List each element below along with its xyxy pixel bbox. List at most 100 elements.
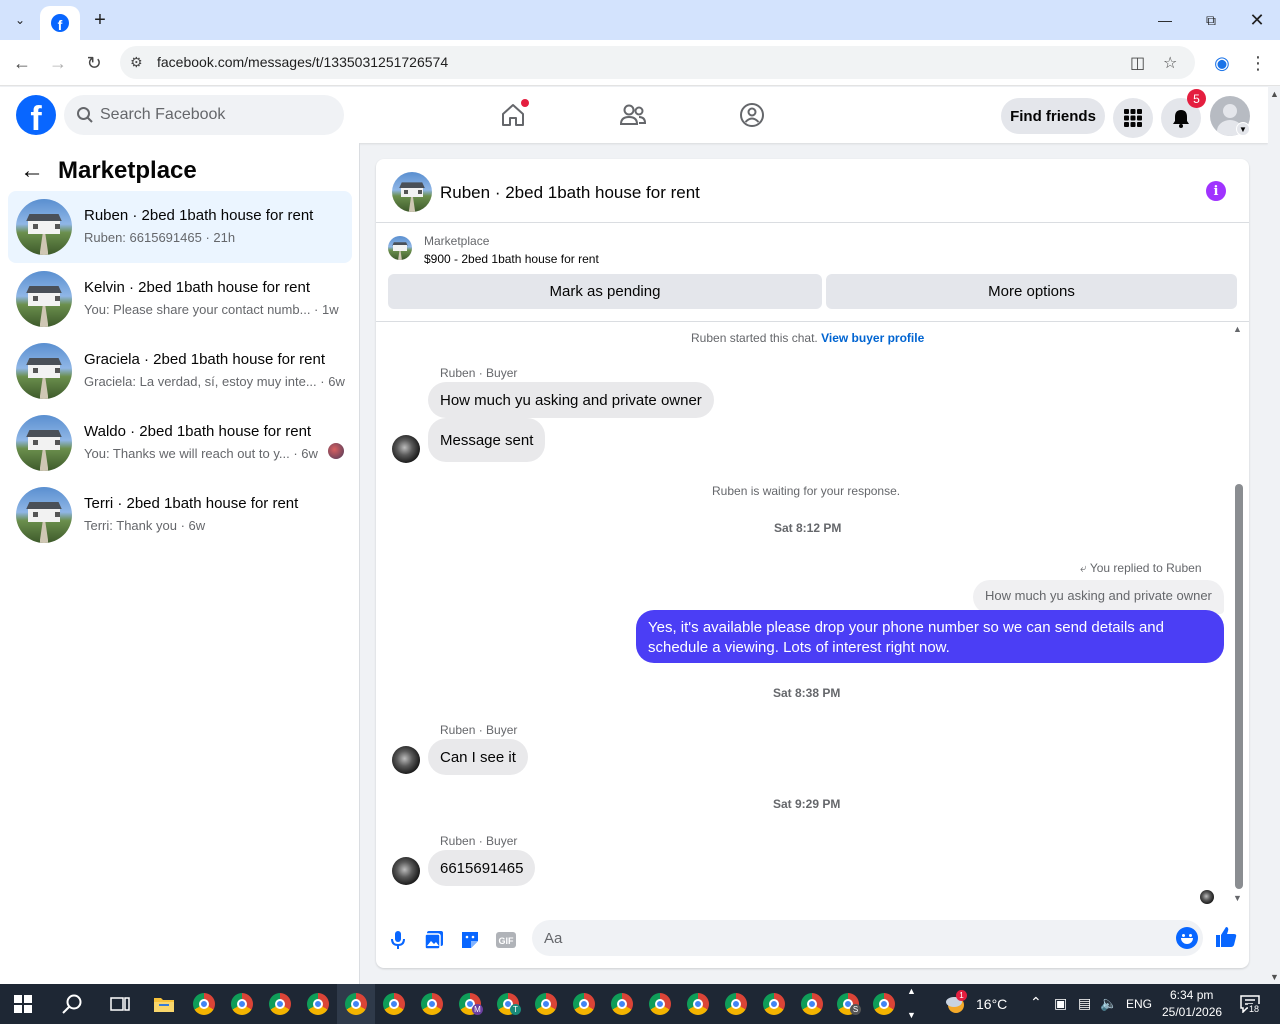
- menu-grid-icon[interactable]: [1113, 98, 1153, 138]
- site-settings-icon[interactable]: ⚙: [130, 54, 143, 71]
- page-scroll-up-icon[interactable]: ▲: [1270, 89, 1279, 99]
- chrome-window-icon[interactable]: [534, 992, 558, 1016]
- conversation-item-kelvin[interactable]: Kelvin · 2bed 1bath house for rent You: …: [8, 263, 352, 335]
- conversation-item-waldo[interactable]: Waldo · 2bed 1bath house for rent You: T…: [8, 407, 352, 479]
- microphone-icon[interactable]: [386, 928, 410, 952]
- reply-note-text: You replied to Ruben: [1089, 561, 1202, 575]
- chrome-profile-s-icon[interactable]: S: [836, 992, 861, 1016]
- scroll-up-arrow-icon[interactable]: ▲: [1233, 324, 1242, 334]
- scroll-down-arrow-icon[interactable]: ▼: [1233, 893, 1242, 903]
- listing-title[interactable]: $900 - 2bed 1bath house for rent: [424, 252, 599, 266]
- incoming-message[interactable]: Can I see it: [428, 739, 528, 775]
- friends-icon[interactable]: [617, 99, 649, 131]
- search-box[interactable]: [64, 95, 344, 135]
- minimize-icon[interactable]: —: [1142, 6, 1188, 34]
- chrome-window-icon[interactable]: [686, 992, 710, 1016]
- thumbs-up-icon[interactable]: [1214, 925, 1238, 949]
- address-url[interactable]: facebook.com/messages/t/1335031251726574: [157, 54, 448, 70]
- chrome-profile-t-icon[interactable]: T: [496, 992, 521, 1016]
- chrome-window-icon[interactable]: [872, 992, 896, 1016]
- groups-icon[interactable]: [736, 99, 768, 131]
- sender-avatar[interactable]: [392, 857, 420, 885]
- language-indicator[interactable]: ENG: [1126, 997, 1152, 1011]
- incoming-message[interactable]: 6615691465: [428, 850, 536, 886]
- message-composer[interactable]: [532, 920, 1203, 956]
- back-arrow-icon[interactable]: ←: [10, 51, 34, 75]
- new-tab-button[interactable]: +: [88, 8, 112, 32]
- view-buyer-profile-link[interactable]: View buyer profile: [821, 331, 924, 345]
- taskbar-overflow-up-icon[interactable]: ▲: [907, 986, 916, 996]
- chat-scrollbar-thumb[interactable]: [1235, 484, 1243, 889]
- account-chevron-down-icon[interactable]: ▼: [1236, 122, 1250, 136]
- chrome-window-icon[interactable]: [230, 992, 254, 1016]
- tray-chevron-up-icon[interactable]: ⌃: [1030, 994, 1042, 1011]
- sender-avatar[interactable]: [392, 435, 420, 463]
- chrome-window-icon[interactable]: [610, 992, 634, 1016]
- chrome-window-icon[interactable]: [800, 992, 824, 1016]
- search-input[interactable]: [100, 95, 330, 135]
- info-icon[interactable]: i: [1206, 181, 1226, 201]
- restore-icon[interactable]: ⧉: [1188, 6, 1234, 34]
- find-friends-button[interactable]: Find friends: [1001, 98, 1105, 134]
- chrome-window-icon[interactable]: [762, 992, 786, 1016]
- chrome-window-icon[interactable]: [648, 992, 672, 1016]
- chrome-profile-m-icon[interactable]: M: [458, 992, 483, 1016]
- mark-as-pending-button[interactable]: Mark as pending: [388, 274, 822, 309]
- listing-thumbnail: [16, 343, 72, 399]
- conversation-item-terri[interactable]: Terri · 2bed 1bath house for rent Terri:…: [8, 479, 352, 551]
- chrome-window-icon[interactable]: [192, 992, 216, 1016]
- browser-menu-icon[interactable]: ⋮: [1246, 51, 1270, 75]
- page-scroll-down-icon[interactable]: ▼: [1270, 972, 1279, 982]
- weather-icon[interactable]: 1: [944, 990, 968, 1016]
- clock-time[interactable]: 6:34 pm: [1170, 988, 1213, 1002]
- task-view-icon[interactable]: [108, 992, 132, 1016]
- browser-tab-facebook[interactable]: f: [40, 6, 80, 40]
- windows-start-icon[interactable]: [14, 995, 32, 1013]
- taskbar-search-icon[interactable]: [60, 992, 84, 1016]
- notification-center-icon[interactable]: 18: [1238, 992, 1262, 1016]
- volume-icon[interactable]: 🔈: [1100, 995, 1117, 1012]
- taskbar-overflow-down-icon[interactable]: ▼: [907, 1010, 916, 1020]
- chrome-window-icon[interactable]: [572, 992, 596, 1016]
- message-input[interactable]: [544, 920, 1164, 956]
- weather-alert-badge: 1: [956, 990, 967, 1001]
- incoming-message[interactable]: How much yu asking and private owner: [428, 382, 714, 418]
- tray-device-icon[interactable]: ▣: [1054, 995, 1067, 1012]
- conversation-item-graciela[interactable]: Graciela · 2bed 1bath house for rent Gra…: [8, 335, 352, 407]
- bookmark-star-icon[interactable]: ☆: [1163, 53, 1177, 73]
- chrome-window-icon[interactable]: [268, 992, 292, 1016]
- file-explorer-icon[interactable]: [152, 992, 176, 1016]
- page-scrollbar[interactable]: ▲ ▼: [1268, 87, 1280, 984]
- install-app-icon[interactable]: ◫: [1130, 53, 1145, 73]
- network-icon[interactable]: ▤: [1078, 995, 1091, 1012]
- home-icon[interactable]: [497, 99, 529, 131]
- chrome-window-icon[interactable]: [724, 992, 748, 1016]
- photo-icon[interactable]: [422, 928, 446, 952]
- chat-title[interactable]: Ruben · 2bed 1bath house for rent: [440, 183, 700, 203]
- gif-icon[interactable]: GIF: [494, 928, 518, 952]
- clock-date[interactable]: 25/01/2026: [1162, 1005, 1222, 1019]
- emoji-icon[interactable]: [1176, 927, 1198, 949]
- conversation-item-ruben[interactable]: Ruben · 2bed 1bath house for rent Ruben:…: [8, 191, 352, 263]
- chrome-window-icon[interactable]: [382, 992, 406, 1016]
- facebook-logo-icon[interactable]: f: [16, 95, 56, 135]
- replied-message-quote[interactable]: How much yu asking and private owner: [973, 580, 1224, 614]
- address-bar[interactable]: ⚙ facebook.com/messages/t/13350312517265…: [120, 46, 1195, 79]
- tab-search-chevron-icon[interactable]: ⌄: [8, 8, 32, 32]
- close-window-icon[interactable]: ✕: [1234, 6, 1280, 34]
- back-arrow-icon[interactable]: ←: [20, 157, 44, 185]
- forward-arrow-icon[interactable]: →: [46, 51, 70, 75]
- chrome-window-icon[interactable]: [344, 992, 368, 1016]
- weather-temp[interactable]: 16°C: [976, 996, 1007, 1012]
- sender-avatar[interactable]: [392, 746, 420, 774]
- sticker-icon[interactable]: [458, 928, 482, 952]
- more-options-button[interactable]: More options: [826, 274, 1237, 309]
- incoming-message[interactable]: Message sent: [428, 418, 546, 462]
- profile-icon[interactable]: ◉: [1210, 51, 1234, 75]
- chrome-window-icon[interactable]: [306, 992, 330, 1016]
- read-receipt-avatar: [1200, 890, 1214, 904]
- outgoing-message[interactable]: Yes, it's available please drop your pho…: [636, 610, 1224, 663]
- chrome-window-icon[interactable]: [420, 992, 444, 1016]
- reload-icon[interactable]: ↻: [82, 51, 106, 75]
- chat-listing-thumbnail[interactable]: [392, 172, 432, 212]
